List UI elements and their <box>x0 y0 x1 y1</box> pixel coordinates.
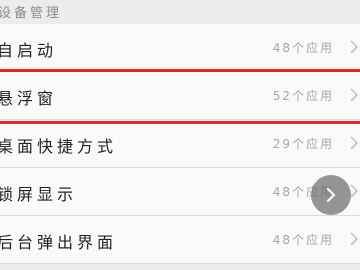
list-item-label: 自启动 <box>0 41 58 60</box>
list-item-label: 后台弹出界面 <box>0 233 118 252</box>
list-item-label: 悬浮窗 <box>0 89 58 108</box>
list-item-count: 52个应用 <box>272 89 334 103</box>
settings-list: 自启动 48个应用 悬浮窗 52个应用 桌面快捷方式 29个应用 锁屏显示 48… <box>0 24 360 264</box>
list-item-count: 48个应用 <box>272 233 334 247</box>
list-item-count: 48个应用 <box>272 41 334 55</box>
list-item-label: 锁屏显示 <box>0 185 78 204</box>
chevron-right-icon <box>350 232 359 246</box>
list-item-label: 桌面快捷方式 <box>0 137 118 156</box>
chevron-right-icon <box>350 88 359 102</box>
list-item-floating-window[interactable]: 悬浮窗 52个应用 <box>0 72 360 120</box>
section-header: 设备管理 <box>0 0 360 24</box>
section-title: 设备管理 <box>0 6 63 21</box>
list-item-count: 29个应用 <box>272 137 334 151</box>
list-item-autostart[interactable]: 自启动 48个应用 <box>0 24 360 72</box>
chevron-right-icon <box>350 136 359 150</box>
floating-next-button[interactable] <box>311 175 351 215</box>
arrow-right-icon <box>326 187 336 203</box>
list-item-lockscreen-display[interactable]: 锁屏显示 48个应用 <box>0 168 360 216</box>
chevron-right-icon <box>350 40 359 54</box>
list-item-background-popup[interactable]: 后台弹出界面 48个应用 <box>0 216 360 264</box>
list-item-desktop-shortcut[interactable]: 桌面快捷方式 29个应用 <box>0 120 360 168</box>
